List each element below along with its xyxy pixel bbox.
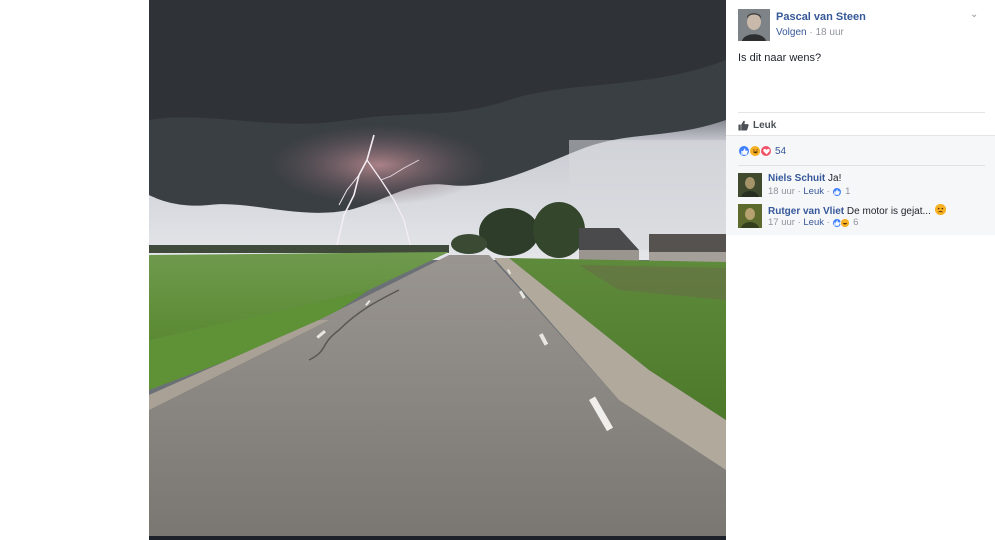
comment-meta: 17 uur · Leuk · 6 — [768, 217, 858, 228]
haha-reaction-icon — [840, 217, 851, 228]
commenter-avatar[interactable] — [738, 204, 762, 228]
comment-timestamp[interactable]: 17 uur — [768, 217, 795, 228]
like-button[interactable]: Leuk — [738, 118, 776, 132]
comment-item: Niels Schuit Ja! 18 uur · Leuk · 1 — [738, 171, 988, 199]
thumbs-up-icon — [738, 120, 749, 131]
love-reaction-icon — [760, 145, 772, 157]
sad-emoji-icon — [934, 204, 946, 215]
post-meta: Volgen · 18 uur — [776, 27, 844, 38]
meta-separator: · — [826, 217, 830, 228]
comment-like-link[interactable]: Leuk — [803, 217, 824, 228]
commenter-avatar-image — [738, 204, 762, 228]
post-sidebar: Pascal van Steen Volgen · 18 uur ⌄ Is di… — [726, 0, 995, 540]
like-reaction-icon — [832, 186, 843, 197]
comment-line: Niels Schuit Ja! — [768, 173, 841, 184]
post-photo[interactable] — [149, 0, 726, 537]
commenter-avatar[interactable] — [738, 173, 762, 197]
comment-like-link[interactable]: Leuk — [803, 186, 824, 197]
meta-separator: · — [797, 217, 801, 228]
storm-road-image — [149, 0, 726, 537]
comment-reaction-count[interactable]: 1 — [845, 186, 850, 197]
author-name[interactable]: Pascal van Steen — [776, 11, 866, 23]
comment-item: Rutger van Vliet De motor is gejat... 17… — [738, 202, 988, 230]
follow-link[interactable]: Volgen — [776, 27, 807, 38]
commenter-name[interactable]: Rutger van Vliet — [768, 206, 844, 217]
divider — [738, 165, 985, 166]
post-header: Pascal van Steen Volgen · 18 uur ⌄ — [738, 9, 988, 41]
commenter-avatar-image — [738, 173, 762, 197]
photo-viewer: Pascal van Steen Volgen · 18 uur ⌄ Is di… — [0, 0, 995, 540]
comment-text: Ja! — [828, 173, 842, 184]
post-text: Is dit naar wens? — [738, 52, 822, 64]
reaction-count: 54 — [775, 145, 787, 157]
comments-section: 54 Niels Schuit Ja! 18 uur · Leuk · 1 Ru… — [726, 135, 995, 235]
post-timestamp[interactable]: 18 uur — [816, 27, 844, 38]
photo-bottom-border — [149, 536, 726, 540]
commenter-name[interactable]: Niels Schuit — [768, 173, 825, 184]
comment-text: De motor is gejat... — [846, 206, 931, 217]
comment-reaction-count[interactable]: 6 — [853, 217, 858, 228]
meta-separator: · — [797, 186, 801, 197]
comment-line: Rutger van Vliet De motor is gejat... — [768, 204, 946, 217]
reactions-summary[interactable]: 54 — [738, 144, 786, 158]
chevron-down-icon[interactable]: ⌄ — [970, 9, 978, 20]
comment-meta: 18 uur · Leuk · 1 — [768, 186, 850, 197]
divider — [738, 112, 985, 113]
author-avatar-image — [738, 9, 770, 41]
like-button-label: Leuk — [753, 119, 777, 131]
comment-timestamp[interactable]: 18 uur — [768, 186, 795, 197]
meta-separator: · — [826, 186, 830, 197]
meta-separator: · — [809, 27, 813, 38]
author-avatar[interactable] — [738, 9, 770, 41]
